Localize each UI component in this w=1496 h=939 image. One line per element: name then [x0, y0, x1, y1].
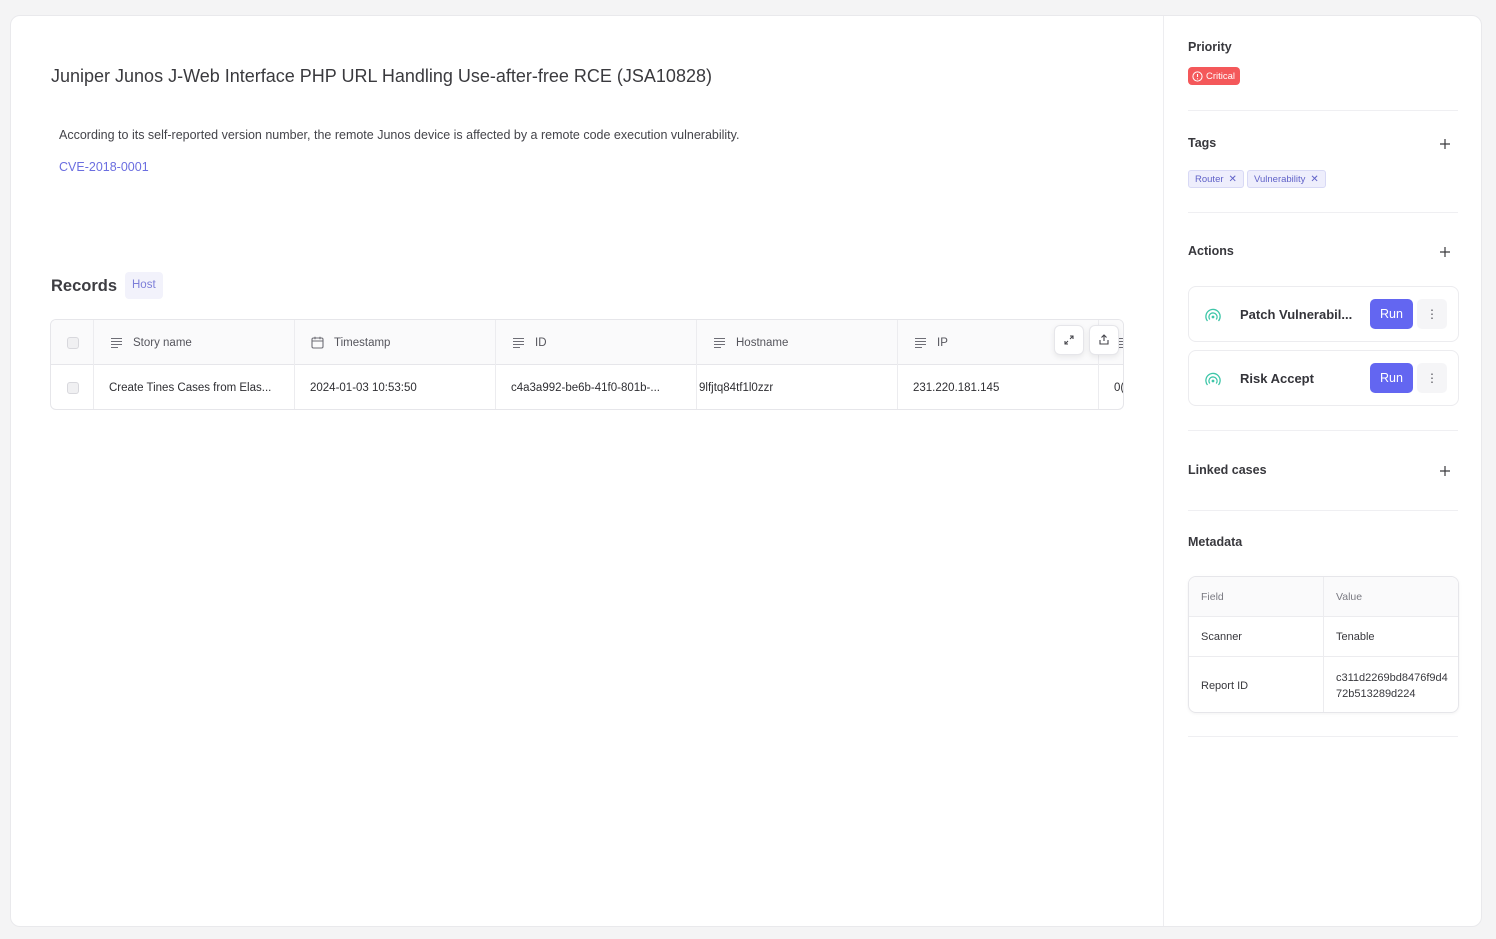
run-action-button[interactable]: Run — [1370, 299, 1413, 329]
cell-hostname: 9lfjtq84tf1l0zzr — [697, 365, 898, 409]
text-field-icon — [714, 337, 725, 349]
remove-tag-icon[interactable]: ✕ — [1310, 174, 1318, 185]
more-vertical-icon: ⋮ — [1426, 307, 1438, 321]
remove-tag-icon[interactable]: ✕ — [1229, 174, 1237, 185]
table-row[interactable]: Create Tines Cases from Elas... 2024-01-… — [51, 365, 1124, 409]
add-linked-case-button[interactable] — [1438, 464, 1452, 478]
metadata-table: Field Value Scanner Tenable Report ID c3… — [1188, 576, 1459, 713]
action-card-risk-accept: Risk Accept Run ⋮ — [1188, 350, 1459, 406]
sidebar: Priority Critical Tags Router ✕ Vulnerab… — [1163, 16, 1481, 926]
section-divider — [1188, 736, 1458, 737]
priority-badge[interactable]: Critical — [1188, 67, 1241, 85]
metadata-header-value: Value — [1336, 590, 1363, 603]
add-action-button[interactable] — [1438, 245, 1452, 259]
row-checkbox[interactable] — [67, 381, 79, 394]
tag-label: Vulnerability — [1254, 173, 1306, 185]
cell-overflow: 0( — [1114, 381, 1124, 394]
expand-table-button[interactable] — [1054, 325, 1084, 355]
run-action-button[interactable]: Run — [1370, 363, 1413, 393]
main-content: Juniper Junos J-Web Interface PHP URL Ha… — [11, 16, 1163, 926]
metadata-value: c311d2269bd8476f9d472b513289d224 — [1336, 671, 1448, 700]
add-tag-button[interactable] — [1438, 137, 1452, 151]
section-divider — [1188, 212, 1458, 213]
broadcast-icon — [1205, 372, 1221, 386]
column-label: IP — [937, 336, 948, 349]
cell-story-name: Create Tines Cases from Elas... — [94, 365, 295, 409]
column-label: Story name — [133, 336, 192, 349]
metadata-field: Scanner — [1189, 617, 1324, 656]
tag-chip-router[interactable]: Router ✕ — [1188, 170, 1244, 188]
action-name: Patch Vulnerabil... — [1240, 307, 1353, 322]
calendar-icon — [311, 336, 324, 349]
records-type-badge: Host — [125, 272, 163, 299]
metadata-value: Tenable — [1336, 630, 1375, 643]
metadata-header-field: Field — [1189, 577, 1324, 616]
column-header-timestamp[interactable]: Timestamp — [295, 320, 496, 365]
cve-link[interactable]: CVE-2018-0001 — [59, 160, 149, 174]
tags-label: Tags — [1188, 136, 1217, 150]
export-table-button[interactable] — [1089, 325, 1119, 355]
action-name: Risk Accept — [1240, 371, 1314, 386]
action-more-button[interactable]: ⋮ — [1417, 299, 1447, 329]
metadata-row: Report ID c311d2269bd8476f9d472b513289d2… — [1189, 657, 1458, 712]
cell-id: c4a3a992-be6b-41f0-801b-... — [496, 365, 697, 409]
action-card-patch-vulnerability: Patch Vulnerabil... Run ⋮ — [1188, 286, 1459, 342]
tag-chip-vulnerability[interactable]: Vulnerability ✕ — [1247, 170, 1326, 188]
broadcast-icon — [1205, 308, 1221, 322]
header-select-cell — [51, 320, 94, 365]
section-divider — [1188, 110, 1458, 111]
actions-label: Actions — [1188, 244, 1234, 258]
case-panel: Juniper Junos J-Web Interface PHP URL Ha… — [10, 15, 1482, 927]
share-icon — [1099, 334, 1109, 345]
priority-value: Critical — [1206, 70, 1236, 82]
text-field-icon — [915, 337, 926, 349]
column-header-hostname[interactable]: Hostname — [697, 320, 898, 365]
text-field-icon — [111, 337, 122, 349]
records-table: Story name Timestamp ID Hostname IP Crea… — [50, 319, 1124, 410]
section-divider — [1188, 430, 1458, 431]
section-divider — [1188, 510, 1458, 511]
page-title: Juniper Junos J-Web Interface PHP URL Ha… — [51, 66, 712, 86]
alert-circle-icon — [1192, 70, 1203, 82]
expand-icon — [1064, 335, 1074, 345]
column-label: Timestamp — [334, 336, 391, 349]
row-select-cell — [51, 365, 94, 409]
table-header: Story name Timestamp ID Hostname IP — [51, 320, 1123, 365]
column-header-id[interactable]: ID — [496, 320, 697, 365]
cell-timestamp: 2024-01-03 10:53:50 — [295, 365, 496, 409]
action-more-button[interactable]: ⋮ — [1417, 363, 1447, 393]
column-label: ID — [535, 336, 547, 349]
column-header-story-name[interactable]: Story name — [94, 320, 295, 365]
priority-label: Priority — [1188, 40, 1232, 54]
more-vertical-icon: ⋮ — [1426, 371, 1438, 385]
metadata-label: Metadata — [1188, 535, 1243, 549]
tag-label: Router — [1195, 173, 1224, 185]
text-field-icon — [513, 337, 524, 349]
select-all-checkbox[interactable] — [67, 336, 79, 349]
linked-cases-label: Linked cases — [1188, 463, 1267, 477]
metadata-field: Report ID — [1189, 657, 1324, 712]
metadata-row: Scanner Tenable — [1189, 617, 1458, 657]
case-description: According to its self-reported version n… — [59, 128, 740, 142]
cell-ip: 231.220.181.145 — [898, 365, 1099, 409]
records-heading: Records — [51, 277, 118, 295]
column-label: Hostname — [736, 336, 789, 349]
metadata-header: Field Value — [1189, 577, 1458, 617]
